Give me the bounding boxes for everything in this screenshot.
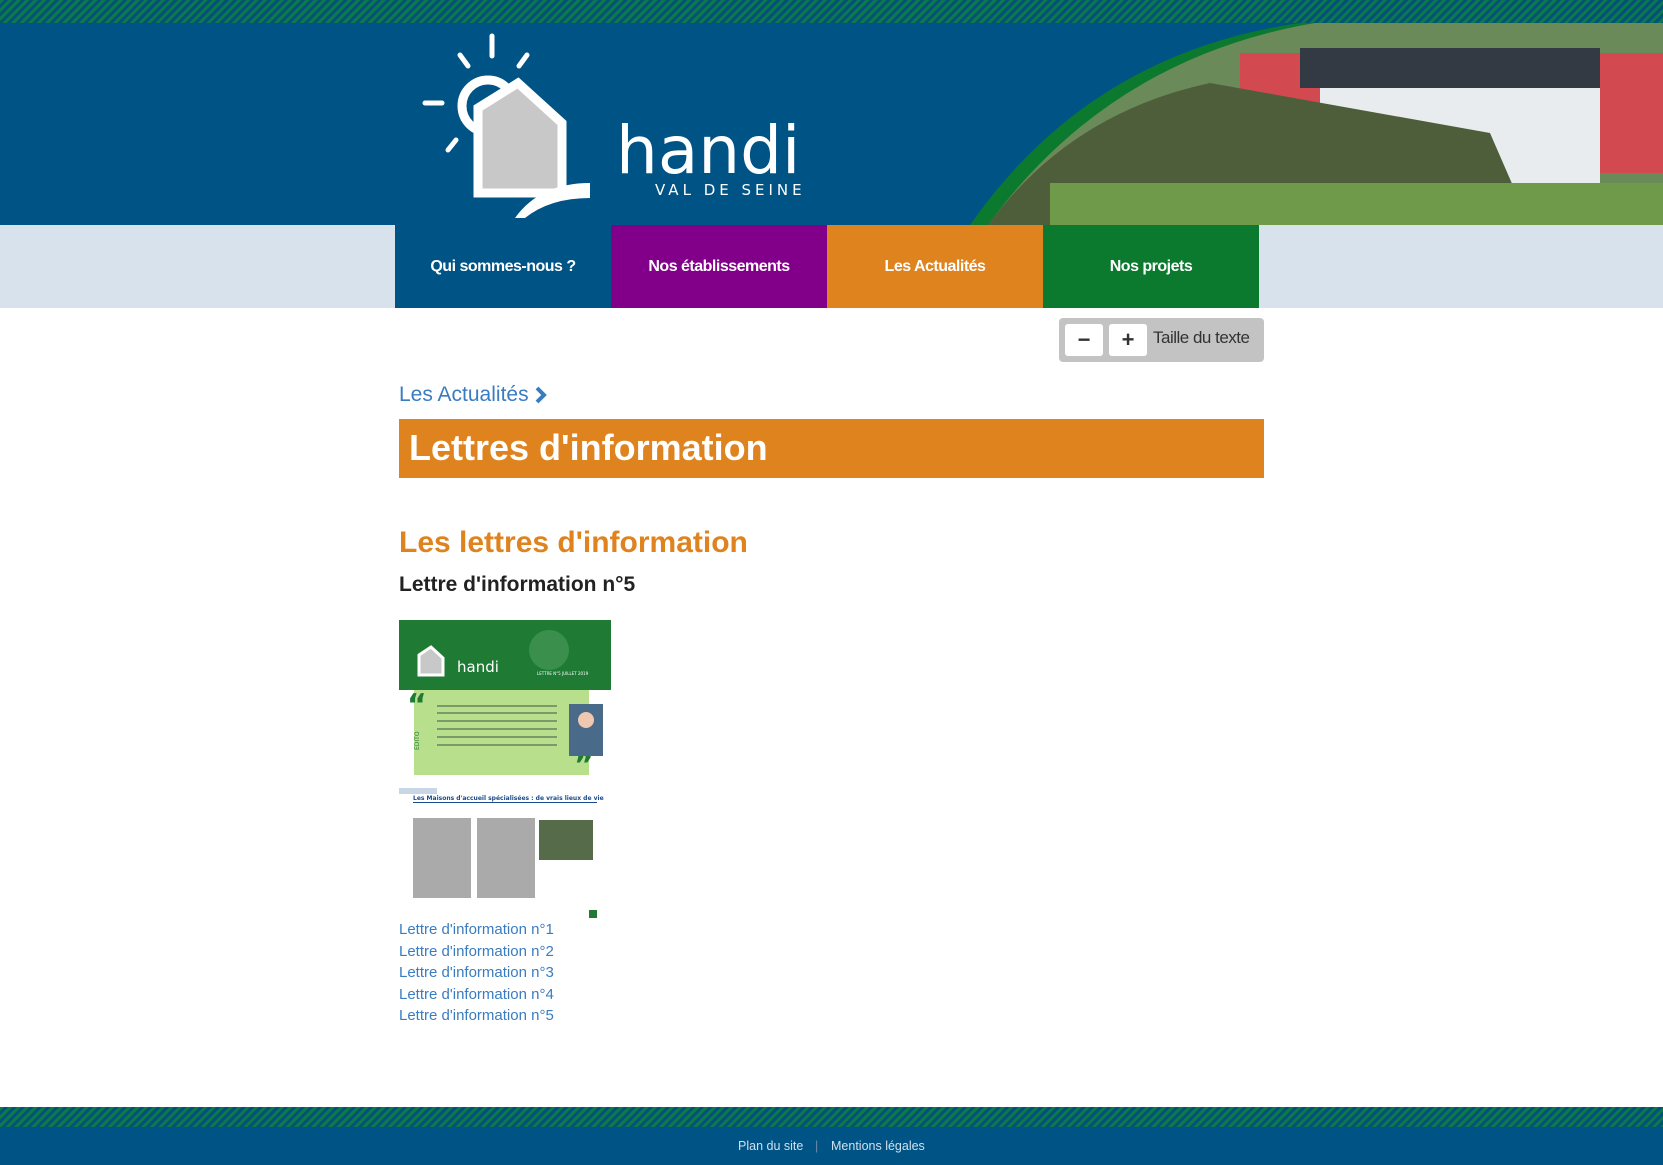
newsletter-link-4[interactable]: Lettre d'information n°4 — [399, 986, 554, 1003]
footer-separator: | — [815, 1139, 819, 1153]
header: handi VAL DE SEINE — [0, 23, 1663, 225]
breadcrumb: Les Actualités — [399, 383, 547, 407]
logo[interactable]: handi VAL DE SEINE — [420, 28, 820, 223]
newsletter-link-5[interactable]: Lettre d'information n°5 — [399, 1007, 554, 1024]
header-photo — [970, 23, 1663, 225]
main-nav: Qui sommes-nous ? Nos établissements Les… — [0, 225, 1663, 308]
newsletter-link-2[interactable]: Lettre d'information n°2 — [399, 943, 554, 960]
nav-nos-etablissements[interactable]: Nos établissements — [611, 225, 827, 308]
footer: Plan du site | Mentions légales — [0, 1127, 1663, 1165]
text-size-control: − + Taille du texte — [1059, 318, 1264, 362]
chevron-right-icon — [535, 386, 547, 404]
logo-text: handi — [616, 112, 800, 189]
newsletter-link-3[interactable]: Lettre d'information n°3 — [399, 964, 554, 981]
section-title: Les lettres d'information — [399, 526, 748, 559]
logo-subtext: VAL DE SEINE — [655, 181, 806, 199]
thumb-edition: LETTRE N°5 JUILLET 2019 — [537, 671, 589, 676]
footer-stripe — [0, 1107, 1663, 1127]
page-title-bar: Lettres d'information — [399, 419, 1264, 478]
top-stripe — [0, 0, 1663, 23]
thumb-edito: EDITO — [414, 731, 421, 750]
text-size-label: Taille du texte — [1153, 328, 1250, 347]
increase-text-button[interactable]: + — [1109, 324, 1147, 356]
nav-qui-sommes-nous[interactable]: Qui sommes-nous ? — [395, 225, 611, 308]
thumb-logo-text: handi — [457, 658, 499, 676]
newsletter-link-1[interactable]: Lettre d'information n°1 — [399, 921, 554, 938]
page-title: Lettres d'information — [409, 427, 768, 468]
decrease-text-button[interactable]: − — [1065, 324, 1103, 356]
nav-les-actualites[interactable]: Les Actualités — [827, 225, 1043, 308]
breadcrumb-link[interactable]: Les Actualités — [399, 383, 529, 407]
footer-sitemap-link[interactable]: Plan du site — [738, 1139, 803, 1153]
svg-text:“: “ — [407, 688, 427, 723]
newsletter-title: Lettre d'information n°5 — [399, 573, 636, 596]
newsletter-thumbnail[interactable]: handi LETTRE N°5 JUILLET 2019 “ ” EDITO … — [399, 620, 611, 920]
footer-legal-link[interactable]: Mentions légales — [831, 1139, 925, 1153]
nav-nos-projets[interactable]: Nos projets — [1043, 225, 1259, 308]
thumb-headline: Les Maisons d'accueil spécialisées : de … — [413, 795, 604, 802]
